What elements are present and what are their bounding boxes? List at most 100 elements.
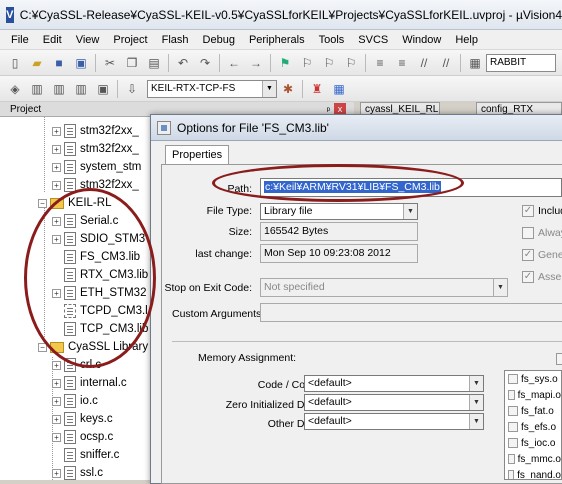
folder-icon — [50, 197, 64, 209]
undo-icon[interactable]: ↶ — [174, 54, 192, 72]
tree-item[interactable]: + stm32f2xx_ — [52, 140, 139, 158]
other-data-select[interactable]: <default> ▼ — [304, 413, 484, 430]
nav-back-icon[interactable]: ← — [225, 54, 243, 72]
new-file-icon[interactable]: ▯ — [6, 54, 24, 72]
menu-svcs[interactable]: SVCS — [351, 34, 395, 46]
zero-init-select[interactable]: <default> ▼ — [304, 394, 484, 411]
tree-item[interactable]: + stm32f2xx_ — [52, 176, 139, 194]
collapse-icon[interactable]: − — [38, 198, 47, 208]
indent-icon[interactable]: ≡ — [371, 54, 389, 72]
tree-item[interactable]: + io.c — [52, 392, 98, 410]
translate-icon[interactable]: ◈ — [6, 80, 24, 98]
code-const-select[interactable]: <default> ▼ — [304, 375, 484, 392]
unindent-icon[interactable]: ≡ — [393, 54, 411, 72]
manage-components-icon[interactable]: ♜ — [308, 80, 326, 98]
comment-icon[interactable]: // — [415, 54, 433, 72]
tree-item[interactable]: sniffer.c — [64, 446, 119, 464]
find-combo[interactable]: RABBIT — [486, 53, 556, 72]
stop-exit-select[interactable]: Not specified ▼ — [260, 278, 508, 297]
menu-tools[interactable]: Tools — [312, 34, 352, 46]
assemble-check[interactable]: Assem — [522, 271, 562, 283]
rebuild-icon[interactable]: ▥ — [50, 80, 68, 98]
list-item[interactable]: fs_sys.o — [505, 371, 561, 387]
menu-peripherals[interactable]: Peripherals — [242, 34, 312, 46]
find-in-files-icon[interactable]: ▦ — [466, 54, 484, 72]
expand-icon[interactable]: + — [52, 144, 61, 154]
open-folder-icon[interactable]: ▰ — [28, 54, 46, 72]
expand-icon[interactable]: + — [52, 414, 61, 424]
menu-window[interactable]: Window — [395, 34, 448, 46]
build-icon[interactable]: ▥ — [28, 80, 46, 98]
bookmark-prev-icon[interactable]: ⚐ — [298, 54, 316, 72]
custom-args-input[interactable] — [260, 303, 562, 322]
stop-build-icon[interactable]: ▣ — [94, 80, 112, 98]
list-item[interactable]: fs_efs.o — [505, 419, 561, 435]
tree-item[interactable]: + SDIO_STM3 — [52, 230, 145, 248]
tree-item[interactable]: + stm32f2xx_ — [52, 122, 139, 140]
memory-checkbox[interactable] — [556, 353, 562, 365]
save-all-icon[interactable]: ▣ — [72, 54, 90, 72]
tree-item[interactable]: + system_stm — [52, 158, 141, 176]
expand-icon[interactable]: + — [52, 180, 61, 190]
nav-forward-icon[interactable]: → — [247, 54, 265, 72]
tree-item[interactable]: + ssl.c — [52, 464, 103, 480]
tree-folder[interactable]: − CyaSSL Library — [38, 338, 148, 356]
expand-icon[interactable]: + — [52, 216, 61, 226]
tree-item-label: sniffer.c — [80, 449, 120, 461]
list-item[interactable]: fs_fat.o — [505, 403, 561, 419]
expand-icon[interactable]: + — [52, 360, 61, 370]
library-objects-list[interactable]: fs_sys.o fs_mapi.o fs_fat.o fs_efs.o fs_… — [504, 370, 562, 480]
menu-help[interactable]: Help — [448, 34, 485, 46]
bookmark-clear-icon[interactable]: ⚐ — [342, 54, 360, 72]
save-icon[interactable]: ■ — [50, 54, 68, 72]
books-icon[interactable]: ▦ — [330, 80, 348, 98]
cut-icon[interactable]: ✂ — [101, 54, 119, 72]
tree-item[interactable]: TCPD_CM3.l — [64, 302, 148, 320]
expand-icon[interactable]: + — [52, 288, 61, 298]
menu-flash[interactable]: Flash — [155, 34, 196, 46]
list-item[interactable]: fs_nand.o — [505, 467, 561, 479]
collapse-icon[interactable]: − — [38, 342, 47, 352]
menu-file[interactable]: File — [4, 34, 36, 46]
tree-item[interactable]: + ocsp.c — [52, 428, 113, 446]
expand-icon[interactable]: + — [52, 468, 61, 478]
expand-icon[interactable]: + — [52, 126, 61, 136]
list-item[interactable]: fs_mmc.o — [505, 451, 561, 467]
expand-icon[interactable]: + — [52, 162, 61, 172]
bookmark-next-icon[interactable]: ⚐ — [320, 54, 338, 72]
filetype-select[interactable]: Library file ▼ — [260, 203, 418, 220]
target-options-icon[interactable]: ✱ — [279, 80, 297, 98]
tree-item[interactable]: + crl.c — [52, 356, 101, 374]
tree-item[interactable]: + internal.c — [52, 374, 127, 392]
download-icon[interactable]: ⇩ — [123, 80, 141, 98]
tree-item[interactable]: + ETH_STM32 — [52, 284, 146, 302]
menu-debug[interactable]: Debug — [196, 34, 242, 46]
uncomment-icon[interactable]: // — [437, 54, 455, 72]
list-item[interactable]: fs_ioc.o — [505, 435, 561, 451]
include-in-build-check[interactable]: Includ — [522, 205, 562, 217]
tree-item[interactable]: + keys.c — [52, 410, 113, 428]
expand-icon[interactable]: + — [52, 234, 61, 244]
menu-edit[interactable]: Edit — [36, 34, 69, 46]
menu-view[interactable]: View — [69, 34, 107, 46]
tree-item[interactable]: + Serial.c — [52, 212, 118, 230]
menu-project[interactable]: Project — [106, 34, 154, 46]
tree-item[interactable]: FS_CM3.lib — [64, 248, 140, 266]
expand-icon[interactable]: + — [52, 396, 61, 406]
target-select[interactable]: KEIL-RTX-TCP-FS ▼ — [147, 79, 277, 98]
redo-icon[interactable]: ↷ — [196, 54, 214, 72]
tab-properties[interactable]: Properties — [165, 145, 230, 165]
bookmark-icon[interactable]: ⚑ — [276, 54, 294, 72]
tree-item[interactable]: RTX_CM3.lib — [64, 266, 148, 284]
copy-icon[interactable]: ❐ — [123, 54, 141, 72]
batch-build-icon[interactable]: ▥ — [72, 80, 90, 98]
path-field[interactable]: c:¥Keil¥ARM¥RV31¥LIB¥FS_CM3.lib — [260, 178, 562, 197]
list-item[interactable]: fs_mapi.o — [505, 387, 561, 403]
tree-item[interactable]: TCP_CM3.lib — [64, 320, 148, 338]
expand-icon[interactable]: + — [52, 432, 61, 442]
always-build-check[interactable]: Alway — [522, 227, 562, 239]
paste-icon[interactable]: ▤ — [145, 54, 163, 72]
tree-folder[interactable]: − KEIL-RL — [38, 194, 111, 212]
expand-icon[interactable]: + — [52, 378, 61, 388]
generate-check[interactable]: Gener — [522, 249, 562, 261]
